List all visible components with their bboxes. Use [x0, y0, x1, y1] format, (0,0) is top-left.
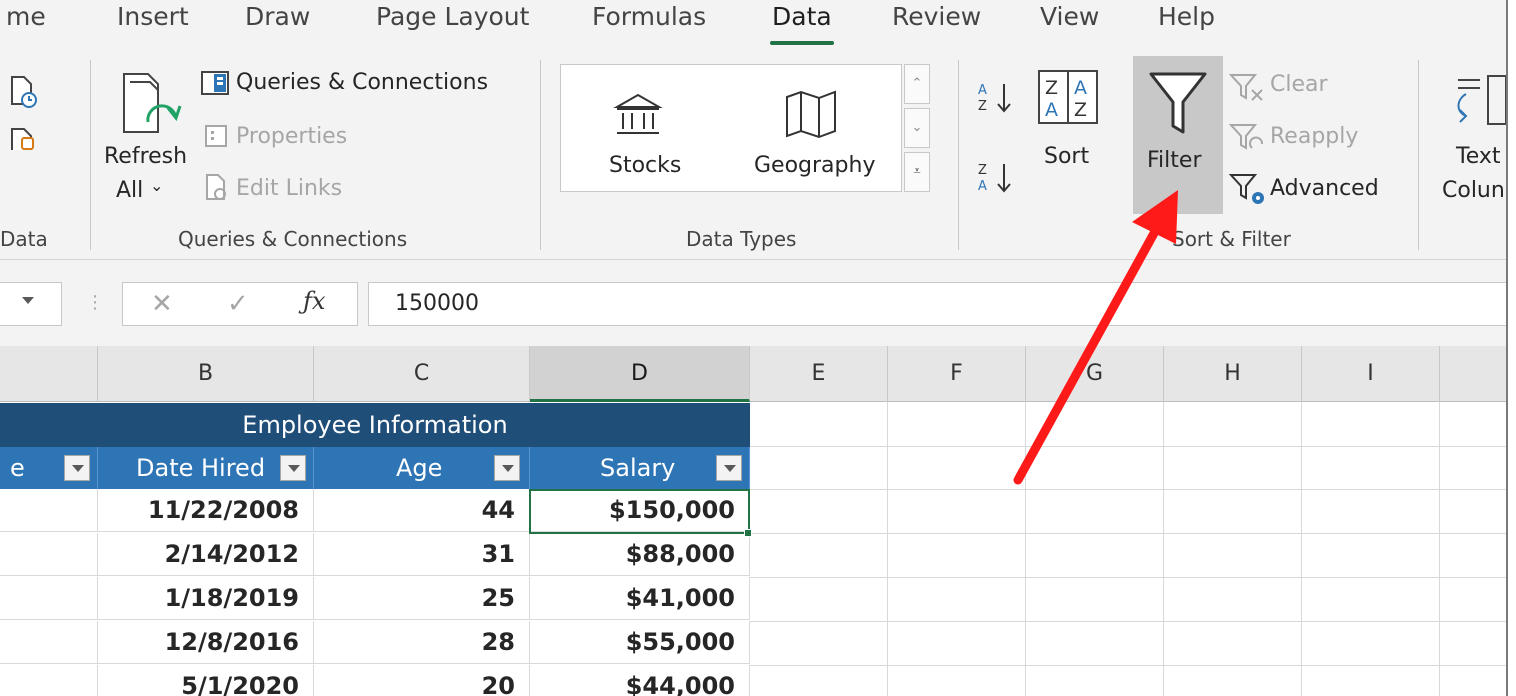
excel-window: me Insert Draw Page Layout Formulas Data…	[0, 0, 1508, 696]
annotation-arrow-icon	[1013, 190, 1178, 485]
